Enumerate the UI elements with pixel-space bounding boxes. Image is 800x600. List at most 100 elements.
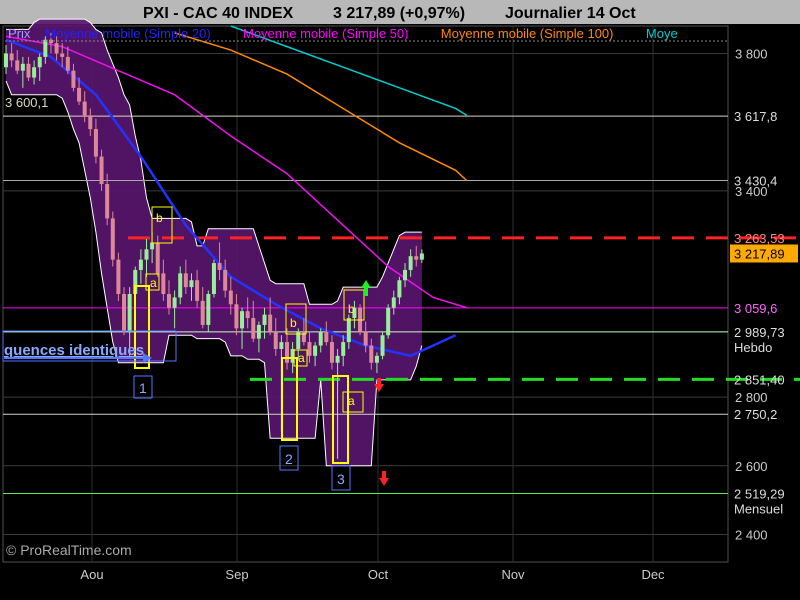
candle-body (195, 280, 200, 301)
candle-body (341, 342, 346, 356)
chart-title-period: Journalier 14 Oct (505, 5, 636, 22)
candle-body (161, 273, 166, 294)
legend-item: Prix (8, 26, 31, 41)
candle-body (138, 259, 143, 270)
candle-body (211, 263, 216, 294)
candle-body (273, 331, 278, 349)
candle-body (65, 56, 70, 71)
x-tick-label: Sep (225, 567, 248, 582)
marker-b-3: b (348, 302, 355, 316)
candle-body (82, 101, 87, 116)
candle-body (144, 249, 149, 260)
candle-body (301, 331, 306, 343)
candle-body (206, 294, 211, 325)
candle-body (386, 307, 391, 336)
y-tick-label: 2 600 (735, 459, 768, 474)
watermark: © ProRealTime.com (6, 542, 132, 558)
price-level-label: 2 750,2 (734, 407, 777, 422)
candle-body (9, 53, 14, 61)
candle-body (127, 294, 132, 332)
candle-body (251, 318, 256, 339)
candle-body (346, 318, 351, 343)
candle-body (166, 294, 171, 308)
candle-body (122, 294, 127, 332)
candle-body (189, 280, 194, 288)
candle-body (183, 273, 188, 288)
candle-body (403, 269, 408, 281)
legend-item: Moye (646, 26, 678, 41)
candle-body (32, 67, 37, 78)
candle-body (60, 53, 65, 57)
candle-body (268, 314, 273, 332)
candle-body (380, 335, 385, 356)
candle-body (71, 70, 76, 88)
candle-body (245, 311, 250, 319)
y-tick-label: 2 400 (735, 528, 768, 543)
candle-body (397, 280, 402, 298)
candle-body (20, 63, 25, 71)
marker-a-3: a (348, 394, 355, 408)
candle-body (374, 355, 379, 363)
price-level-label: 3 059,6 (734, 301, 777, 316)
legend-item: Moyenne mobile (Simple 20) (45, 26, 210, 41)
candle-body (37, 56, 42, 68)
candle-body (285, 342, 289, 363)
candle-body (116, 259, 121, 294)
candle-body (240, 311, 245, 329)
candle-body (43, 39, 48, 57)
marker-b-1: b (156, 211, 163, 225)
x-tick-label: Nov (501, 567, 525, 582)
candle-body (329, 342, 334, 363)
x-tick-label: Oct (368, 567, 389, 582)
y-tick-label: 3 800 (735, 46, 768, 61)
price-level-label: 2 519,29 (734, 487, 785, 502)
candle-body (318, 331, 323, 346)
legend-item: Moyenne mobile (Simple 100) (441, 26, 614, 41)
price-level-note: Hebdo (734, 340, 772, 355)
candle-body (324, 331, 329, 343)
label-1: 1 (139, 380, 147, 396)
candle-body (234, 304, 239, 329)
chart-title-price: 3 217,89 (+0,97%) (333, 5, 465, 22)
price-level-label: 3 430,4 (734, 173, 777, 188)
candle-body (279, 342, 284, 349)
legend-item: Moyenne mobile (Simple 50) (243, 26, 408, 41)
candle-body (172, 297, 177, 308)
candle-body (4, 53, 8, 68)
candle-body (54, 43, 59, 54)
candle-body (99, 156, 104, 185)
candle-body (93, 129, 98, 157)
candle-body (77, 87, 82, 102)
candle-body (26, 63, 31, 78)
label-2: 2 (285, 451, 293, 467)
red-down-arrow-2-stem (382, 471, 386, 479)
label-3: 3 (337, 471, 345, 487)
candle-body (369, 345, 374, 363)
marker-a-1: a (150, 276, 157, 290)
candle-body (88, 115, 93, 130)
candle-body (335, 355, 340, 363)
marker-a-2: a (298, 351, 305, 365)
price-level-label: 2 989,73 (734, 325, 785, 340)
candle-body (200, 300, 205, 325)
candle-body (391, 297, 396, 308)
candle-body (228, 290, 233, 305)
candle-body (223, 269, 228, 291)
candle-body (217, 263, 222, 270)
candle-body (313, 345, 318, 356)
left-price-label: 3 600,1 (5, 95, 48, 110)
price-level-label: 3 617,8 (734, 109, 777, 124)
last-price-label: 3 217,89 (734, 246, 785, 261)
candle-body (178, 273, 183, 298)
candle-body (307, 342, 312, 356)
candle-body (105, 184, 110, 219)
x-tick-label: Aou (80, 567, 103, 582)
identical-sequences-text: quences identiques (4, 342, 144, 359)
candle-body (414, 256, 419, 260)
candle-body (256, 324, 261, 339)
candle-body (363, 331, 368, 346)
candle-body (155, 242, 160, 274)
candle-body (15, 60, 20, 71)
price-level-label: 3 263,53 (734, 231, 785, 246)
candle-body (262, 314, 267, 325)
